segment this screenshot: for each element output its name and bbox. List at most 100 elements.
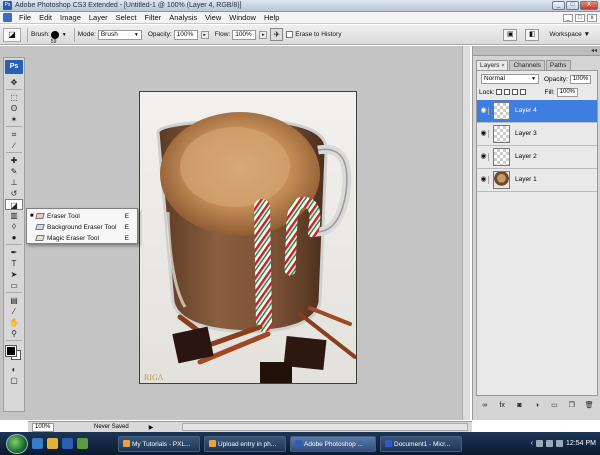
layer-row[interactable]: ◉ Layer 4	[477, 100, 597, 123]
workspace-menu[interactable]: Workspace ▼	[549, 31, 590, 38]
marquee-tool-icon[interactable]: ⬚	[5, 92, 23, 103]
erase-history-checkbox[interactable]	[286, 31, 294, 38]
doc-minimize-button[interactable]: _	[563, 13, 573, 22]
volume-icon[interactable]	[556, 440, 564, 447]
fill-input[interactable]: 100%	[556, 87, 579, 97]
close-icon[interactable]: ×	[502, 63, 505, 69]
opacity-input[interactable]: 100%	[173, 29, 198, 40]
eye-icon[interactable]: ◉	[479, 107, 489, 115]
tab-channels[interactable]: Channels	[509, 60, 545, 70]
mode-select[interactable]: Brush ▼	[97, 29, 142, 40]
quick-mask-icon[interactable]: ◐	[5, 364, 23, 375]
slice-tool-icon[interactable]: ∕	[5, 140, 23, 151]
magic-eraser-tool-option[interactable]: Magic Eraser Tool E	[27, 233, 137, 244]
explorer-icon[interactable]	[47, 438, 58, 449]
flow-slider-button[interactable]: ▸	[259, 30, 268, 39]
eraser-tool-option[interactable]: ■ Eraser Tool E	[27, 211, 137, 222]
gradient-tool-icon[interactable]: ▥	[5, 210, 23, 221]
brush-tool-icon[interactable]: ✎	[5, 166, 23, 177]
new-layer-icon[interactable]: ❐	[567, 401, 577, 409]
magic-wand-tool-icon[interactable]: ✶	[5, 114, 23, 125]
menu-view[interactable]: View	[201, 13, 225, 22]
menu-help[interactable]: Help	[260, 13, 283, 22]
notes-tool-icon[interactable]: ▤	[5, 295, 23, 306]
bridge-icon[interactable]: ◧	[525, 28, 540, 41]
lock-all-icon[interactable]	[519, 89, 526, 95]
dodge-tool-icon[interactable]: ●	[5, 232, 23, 243]
pen-tool-icon[interactable]: ✒	[5, 247, 23, 258]
task-word-document[interactable]: Document1 - Micr...	[380, 435, 462, 452]
minimize-button[interactable]: _	[552, 1, 565, 10]
tab-paths[interactable]: Paths	[545, 60, 571, 70]
task-photoshop[interactable]: Adobe Photoshop ...	[290, 435, 376, 452]
doc-close-button[interactable]: x	[587, 13, 597, 22]
eye-icon[interactable]: ◉	[479, 176, 489, 184]
collapse-arrows-icon[interactable]: ◂◂	[591, 47, 597, 54]
menu-select[interactable]: Select	[112, 13, 141, 22]
group-icon[interactable]: ▭	[549, 401, 559, 409]
screen-mode-icon[interactable]: ▢	[5, 375, 23, 386]
clone-stamp-tool-icon[interactable]: ⊥	[5, 177, 23, 188]
chevron-down-icon[interactable]: ▼	[62, 32, 67, 38]
start-button[interactable]	[6, 433, 28, 454]
menu-filter[interactable]: Filter	[141, 13, 166, 22]
zoom-input[interactable]: 100%	[32, 422, 54, 432]
media-icon[interactable]	[77, 438, 88, 449]
menu-analysis[interactable]: Analysis	[165, 13, 201, 22]
tab-layers[interactable]: Layers ×	[476, 60, 509, 70]
layer-opacity-input[interactable]: 100%	[569, 74, 592, 84]
task-upload-entry[interactable]: Upload entry in ph...	[204, 435, 286, 452]
hand-tool-icon[interactable]: ✋	[5, 317, 23, 328]
mask-icon[interactable]: ◙	[515, 402, 525, 409]
eraser-tool-icon[interactable]: ◪	[5, 199, 23, 210]
healing-brush-tool-icon[interactable]: ✚	[5, 155, 23, 166]
panel-collapse-bar[interactable]: ◂◂	[473, 46, 600, 56]
status-menu-arrow-icon[interactable]: ▶	[149, 424, 154, 431]
fx-icon[interactable]: fx	[497, 402, 507, 409]
move-tool-icon[interactable]: ✥	[5, 77, 23, 88]
show-desktop-icon[interactable]	[32, 438, 43, 449]
eye-icon[interactable]: ◉	[479, 130, 489, 138]
vertical-scrollbar[interactable]	[462, 46, 470, 420]
eye-icon[interactable]: ◉	[479, 153, 489, 161]
doc-restore-button[interactable]: □	[575, 13, 585, 22]
foreground-color-swatch[interactable]	[5, 345, 17, 357]
airbrush-toggle-icon[interactable]: ✈	[270, 28, 284, 41]
layer-row[interactable]: ◉ Layer 1	[477, 169, 597, 192]
path-selection-tool-icon[interactable]: ➤	[5, 269, 23, 280]
horizontal-scrollbar[interactable]	[182, 423, 468, 431]
link-icon[interactable]: ∞	[480, 402, 490, 409]
maximize-button[interactable]: □	[566, 1, 579, 10]
menu-layer[interactable]: Layer	[85, 13, 112, 22]
lock-position-icon[interactable]	[511, 89, 518, 95]
menu-window[interactable]: Window	[225, 13, 260, 22]
document-icon[interactable]: ▣	[503, 28, 518, 41]
photoshop-quicklaunch-icon[interactable]	[62, 438, 73, 449]
clock[interactable]: 12:54 PM	[566, 440, 596, 447]
blend-mode-select[interactable]: Normal ▼	[481, 74, 539, 84]
tool-preset-picker[interactable]: ◪	[3, 27, 21, 42]
lasso-tool-icon[interactable]: ʘ	[5, 103, 23, 114]
lock-pixels-icon[interactable]	[503, 89, 510, 95]
task-my-tutorials[interactable]: My Tutorials - PXL...	[118, 435, 200, 452]
network-icon[interactable]	[536, 440, 544, 447]
document-canvas[interactable]: RIGA	[139, 91, 357, 384]
crop-tool-icon[interactable]: ⌗	[5, 129, 23, 140]
zoom-tool-icon[interactable]: ⚲	[5, 328, 23, 339]
opacity-slider-button[interactable]: ▸	[200, 30, 209, 39]
flow-input[interactable]: 100%	[232, 29, 257, 40]
eyedropper-tool-icon[interactable]: ⁄	[5, 306, 23, 317]
background-eraser-tool-option[interactable]: Background Eraser Tool E	[27, 222, 137, 233]
trash-icon[interactable]: 🗑	[584, 401, 594, 409]
tray-arrow-icon[interactable]: ‹	[531, 440, 533, 447]
adjustment-icon[interactable]: ◑	[532, 402, 542, 409]
layer-row[interactable]: ◉ Layer 2	[477, 146, 597, 169]
close-button[interactable]: X	[580, 1, 598, 10]
lock-transparency-icon[interactable]	[495, 89, 502, 95]
brush-picker[interactable]: 59	[50, 30, 59, 45]
security-icon[interactable]	[546, 440, 554, 447]
history-brush-tool-icon[interactable]: ↺	[5, 188, 23, 199]
menu-image[interactable]: Image	[56, 13, 85, 22]
blur-tool-icon[interactable]: ◊	[5, 221, 23, 232]
type-tool-icon[interactable]: T	[5, 258, 23, 269]
